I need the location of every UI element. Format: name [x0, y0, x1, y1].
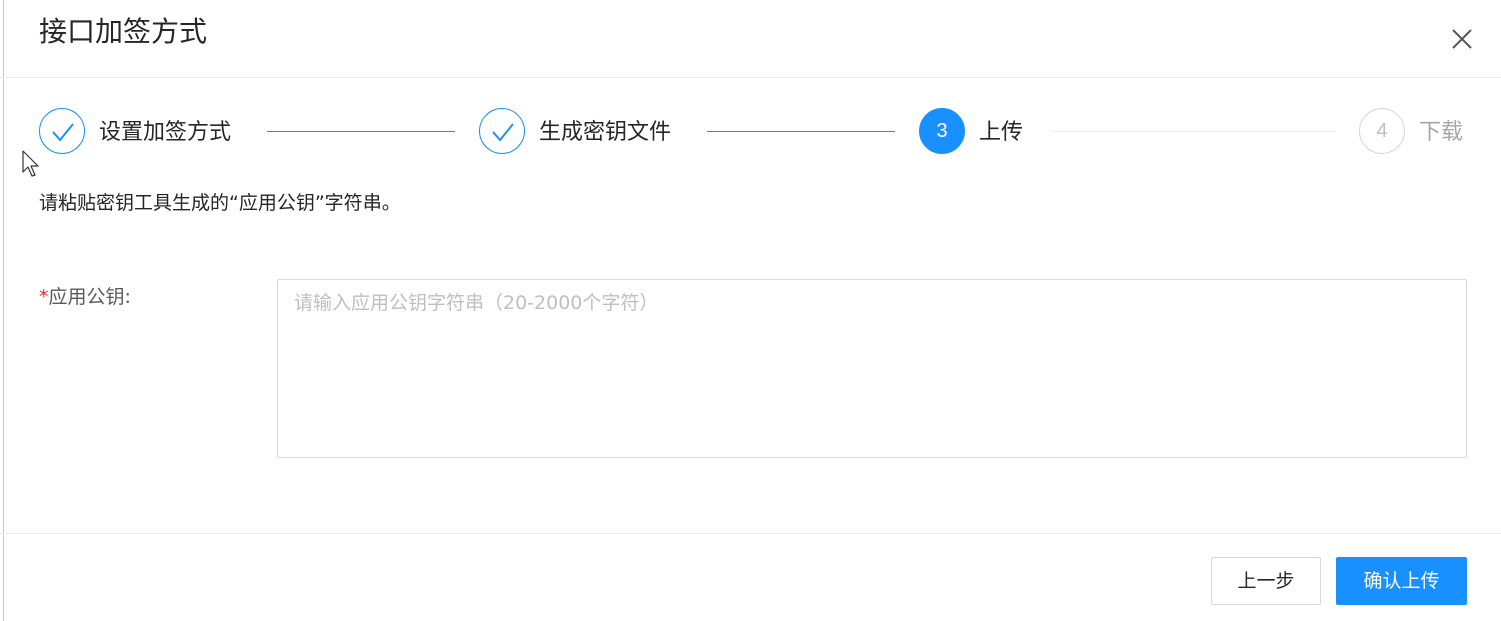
step-1-check-icon	[39, 108, 85, 154]
step-1-label: 设置加签方式	[99, 120, 232, 145]
dialog-title: 接口加签方式	[39, 15, 208, 48]
step-1-connector	[267, 131, 455, 132]
dialog-footer: 上一步 确认上传	[0, 533, 1501, 621]
step-2-check-icon	[479, 108, 525, 154]
public-key-label-text: 应用公钥:	[48, 286, 131, 308]
public-key-label: *应用公钥:	[39, 282, 131, 312]
step-2-connector	[707, 131, 895, 132]
confirm-upload-button[interactable]: 确认上传	[1336, 557, 1467, 605]
step-4-label: 下载	[1419, 120, 1464, 145]
close-icon[interactable]	[1449, 26, 1475, 52]
step-4-number: 4	[1359, 108, 1405, 154]
step-3-number: 3	[919, 108, 965, 154]
mouse-cursor-icon	[22, 150, 42, 178]
step-3-label: 上传	[979, 120, 1024, 145]
step-2-label: 生成密钥文件	[539, 120, 672, 145]
steps-bar: 设置加签方式 生成密钥文件 3 上传 4 下载	[0, 78, 1501, 188]
required-mark: *	[39, 286, 49, 308]
upload-public-key-dialog: 接口加签方式 设置加签方式 生成密钥文件 3 上传 4 下载 请粘贴密钥工具生成…	[0, 0, 1501, 621]
prev-step-button[interactable]: 上一步	[1211, 557, 1321, 605]
instruction-text: 请粘贴密钥工具生成的“应用公钥”字符串。	[39, 192, 401, 214]
public-key-textarea[interactable]	[277, 279, 1467, 458]
step-3-connector	[1051, 131, 1335, 132]
dialog-header: 接口加签方式	[0, 0, 1501, 78]
